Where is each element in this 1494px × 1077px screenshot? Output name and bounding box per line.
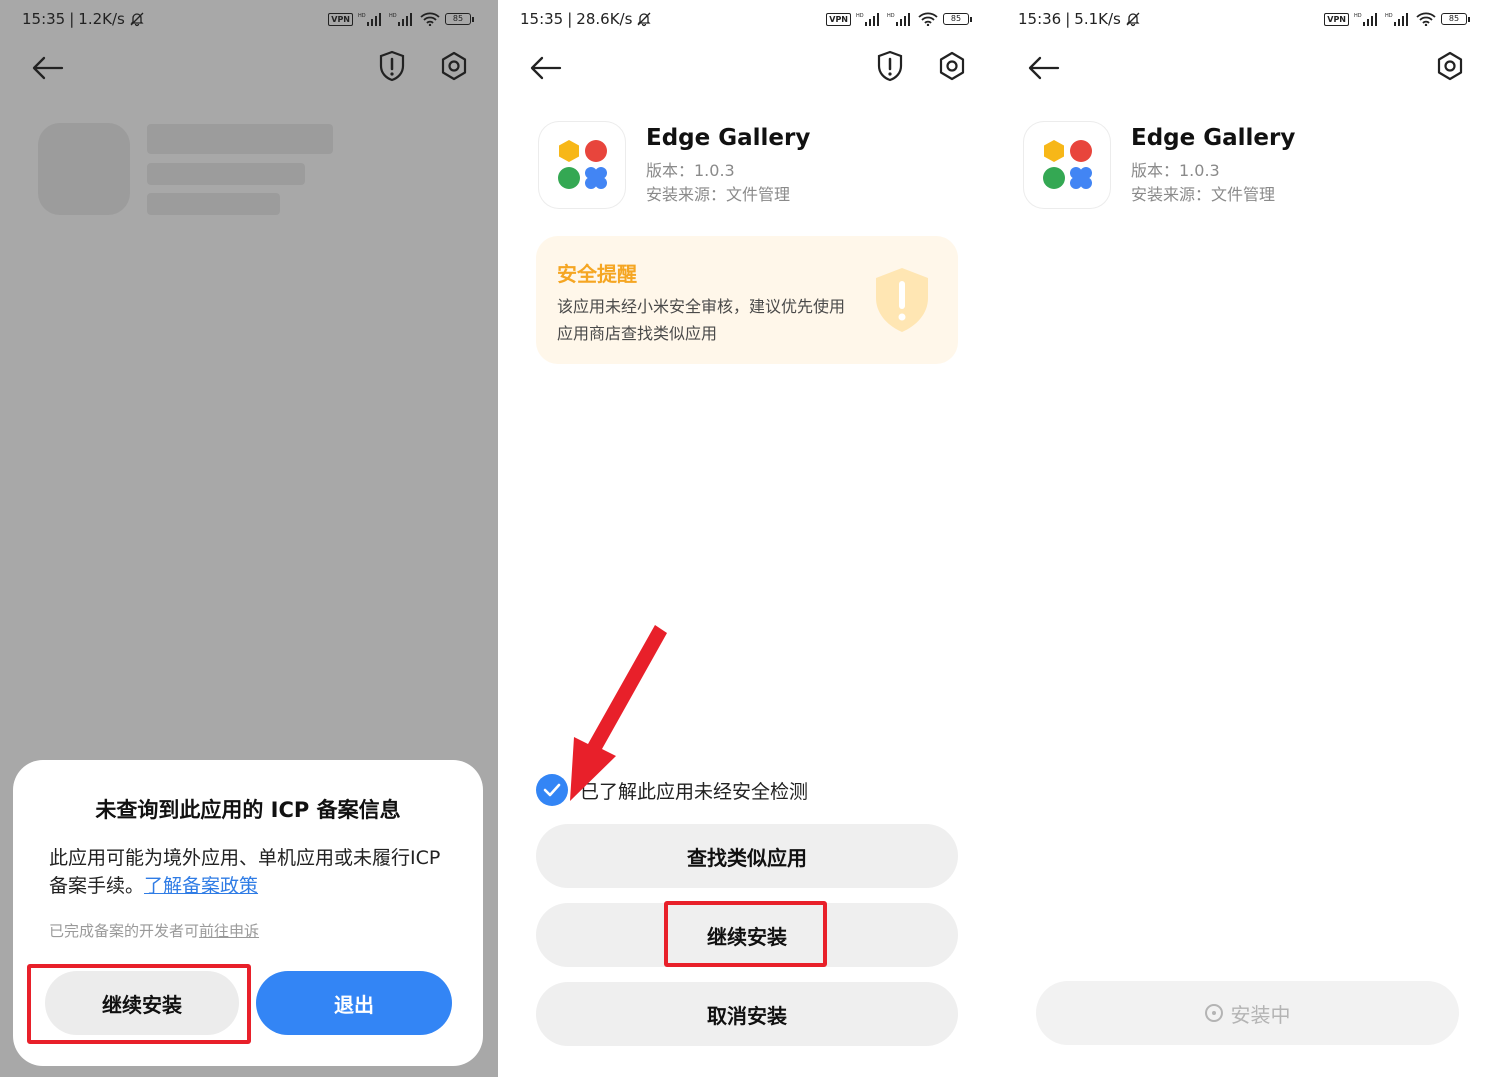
top-bar	[528, 48, 966, 88]
app-source: 安装来源：文件管理	[646, 185, 791, 204]
svg-text:HD: HD	[1354, 13, 1362, 19]
signal-icon: HD	[1354, 13, 1377, 26]
back-arrow-icon[interactable]	[30, 48, 64, 88]
svg-text:HD: HD	[389, 13, 397, 19]
annotation-arrow	[570, 625, 667, 801]
alert-text: 该应用未经小米安全审核，建议优先使用应用商店查找类似应用	[557, 297, 846, 343]
status-time: 15:36	[1018, 10, 1062, 28]
battery-icon: 85	[445, 13, 474, 25]
status-bar: 15:35 | 1.2K/s VPN HD HD 85	[22, 8, 474, 30]
skeleton-line	[147, 163, 305, 185]
svg-text:HD: HD	[358, 13, 366, 19]
status-time: 15:35	[22, 10, 66, 28]
app-icon	[539, 122, 625, 208]
muted-bell-icon	[1126, 12, 1140, 27]
app-version: 版本：1.0.3	[1131, 161, 1220, 180]
svg-text:HD: HD	[856, 13, 864, 19]
app-version: 版本：1.0.3	[646, 161, 735, 180]
app-name: Edge Gallery	[1131, 125, 1296, 151]
top-bar	[30, 48, 468, 88]
alert-title: 安全提醒	[557, 262, 637, 286]
signal-icon: HD	[389, 13, 412, 26]
network-speed: 5.1K/s	[1074, 10, 1121, 28]
status-time: 15:35	[520, 10, 564, 28]
edge-gallery-logo-icon	[558, 140, 607, 189]
dialog-title: 未查询到此应用的 ICP 备案信息	[95, 798, 401, 822]
find-similar-apps-button[interactable]: 查找类似应用	[536, 824, 958, 888]
vpn-badge: VPN	[826, 12, 851, 26]
cancel-install-button[interactable]: 取消安装	[536, 982, 958, 1046]
settings-gear-icon[interactable]	[1436, 50, 1464, 82]
wifi-icon	[1416, 12, 1436, 26]
dialog-body: 此应用可能为境外应用、单机应用或未履行ICP 备案手续。了解备案政策	[49, 847, 441, 897]
skeleton-line	[147, 193, 280, 215]
status-bar: 15:35 | 28.6K/s VPN HD HD 85	[520, 8, 972, 30]
skeleton-app-icon	[38, 123, 130, 215]
appeal-link[interactable]: 前往申诉	[199, 922, 259, 940]
signal-icon: HD	[856, 13, 879, 26]
back-arrow-icon[interactable]	[528, 48, 562, 88]
svg-text:HD: HD	[887, 13, 895, 19]
shield-warning-icon	[876, 268, 928, 332]
top-bar	[1026, 48, 1464, 88]
signal-icon: HD	[1385, 13, 1408, 26]
settings-gear-icon[interactable]	[938, 50, 966, 82]
back-arrow-icon[interactable]	[1026, 48, 1060, 88]
network-speed: 28.6K/s	[576, 10, 633, 28]
security-alert-card: 安全提醒 该应用未经小米安全审核，建议优先使用应用商店查找类似应用	[536, 236, 958, 364]
muted-bell-icon	[637, 12, 651, 27]
wifi-icon	[918, 12, 938, 26]
battery-icon: 85	[1441, 13, 1470, 25]
signal-icon: HD	[358, 13, 381, 26]
muted-bell-icon	[130, 12, 144, 27]
highlight-box	[27, 964, 251, 1044]
screen-security-alert: 15:35 | 28.6K/s VPN HD HD 85 Edge Galler…	[498, 0, 996, 1077]
installing-button: 安装中	[1036, 981, 1459, 1045]
settings-gear-icon[interactable]	[440, 50, 468, 82]
battery-icon: 85	[943, 13, 972, 25]
installing-label: 安装中	[1230, 1002, 1291, 1027]
spinner-icon	[1204, 1004, 1223, 1022]
vpn-badge: VPN	[1324, 12, 1349, 26]
signal-icon: HD	[887, 13, 910, 26]
policy-link[interactable]: 了解备案政策	[144, 875, 258, 897]
exit-button[interactable]: 退出	[256, 971, 452, 1035]
app-icon	[1024, 122, 1110, 208]
network-speed: 1.2K/s	[78, 10, 125, 28]
screen-icp-dialog: 15:35 | 1.2K/s VPN HD HD 85 未查询到此应用的 ICP…	[0, 0, 498, 1077]
vpn-badge: VPN	[328, 12, 353, 26]
status-bar: 15:36 | 5.1K/s VPN HD HD 85	[1018, 8, 1470, 30]
app-name: Edge Gallery	[646, 125, 811, 151]
highlight-box	[664, 901, 827, 967]
shield-warning-icon[interactable]	[876, 50, 904, 82]
svg-text:HD: HD	[1385, 13, 1393, 19]
app-source: 安装来源：文件管理	[1131, 185, 1276, 204]
wifi-icon	[420, 12, 440, 26]
skeleton-line	[147, 124, 333, 154]
screen-installing: 15:36 | 5.1K/s VPN HD HD 85 Edge Gallery…	[996, 0, 1494, 1077]
edge-gallery-logo-icon	[1043, 140, 1092, 189]
dialog-note: 已完成备案的开发者可前往申诉	[49, 922, 260, 940]
shield-warning-icon[interactable]	[378, 50, 406, 82]
